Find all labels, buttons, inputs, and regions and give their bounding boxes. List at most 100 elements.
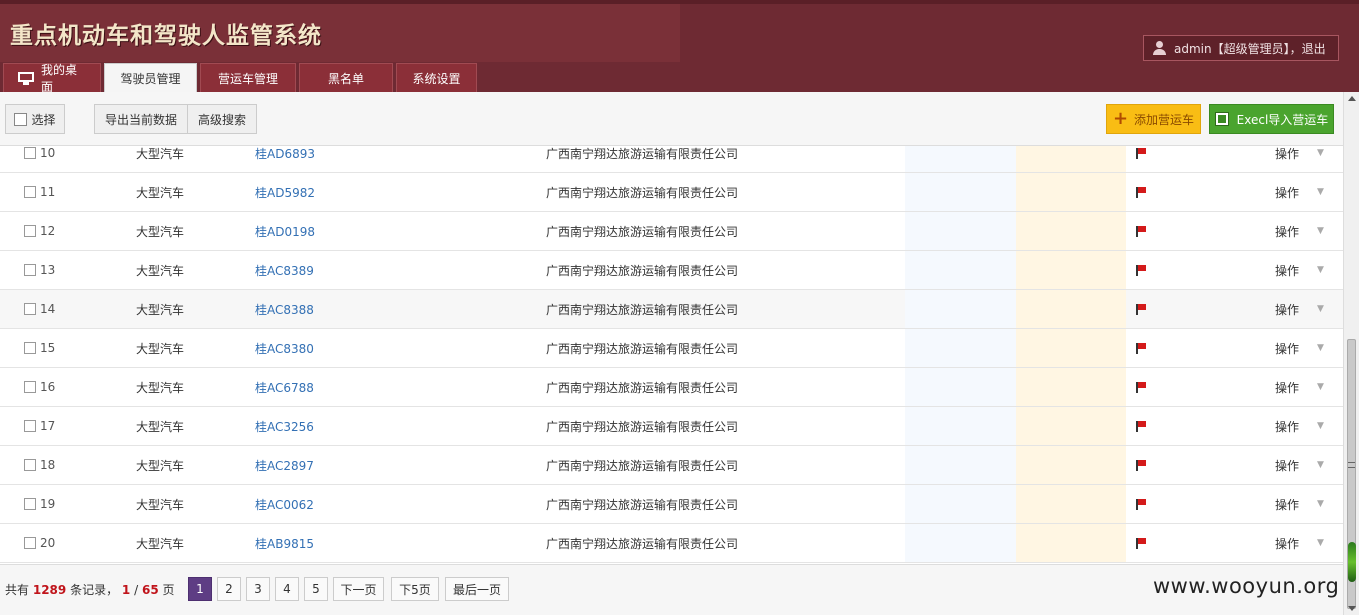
tab-blacklist[interactable]: 黑名单 xyxy=(299,63,393,92)
excel-import-button[interactable]: Execl导入营运车 xyxy=(1209,104,1334,134)
row-checkbox[interactable] xyxy=(24,420,36,432)
tab-my-desk[interactable]: 我的桌面 xyxy=(3,63,101,94)
row-checkbox[interactable] xyxy=(24,342,36,354)
plate-link[interactable]: 桂AD0198 xyxy=(255,212,315,250)
select-all-checkbox[interactable] xyxy=(14,112,28,126)
operation-menu[interactable]: 操作 xyxy=(1275,212,1299,250)
tab-system-settings[interactable]: 系统设置 xyxy=(396,63,477,92)
operation-menu[interactable]: 操作 xyxy=(1275,329,1299,367)
user-text[interactable]: admin【超级管理员】，退出 xyxy=(1174,40,1326,57)
vertical-scrollbar[interactable] xyxy=(1343,92,1359,615)
operation-menu[interactable]: 操作 xyxy=(1275,407,1299,445)
row-checkbox[interactable] xyxy=(24,147,36,159)
row-checkbox[interactable] xyxy=(24,381,36,393)
total-pages: 65 xyxy=(141,583,159,597)
vehicle-type: 大型汽车 xyxy=(136,341,185,356)
plate-link[interactable]: 桂AC3256 xyxy=(255,407,314,445)
row-number: 17 xyxy=(40,419,56,433)
operation-menu[interactable]: 操作 xyxy=(1275,524,1299,562)
page-button-3[interactable]: 3 xyxy=(246,577,270,601)
export-button[interactable]: 导出当前数据 xyxy=(94,104,188,134)
plate-link[interactable]: 桂AC6788 xyxy=(255,368,314,406)
page-button-5[interactable]: 5 xyxy=(304,577,328,601)
excel-icon xyxy=(1214,112,1229,126)
row-checkbox[interactable] xyxy=(24,186,36,198)
row-select[interactable]: 19 xyxy=(24,485,55,523)
pagination-info: 共有 1289 条记录， 1 / 65 页 xyxy=(5,581,175,598)
operation-menu[interactable]: 操作 xyxy=(1275,368,1299,406)
advanced-search-button[interactable]: 高级搜索 xyxy=(187,104,257,134)
plate-link[interactable]: 桂AC8388 xyxy=(255,290,314,328)
next-page-button[interactable]: 下一页 xyxy=(333,577,384,601)
flag-icon[interactable] xyxy=(1136,368,1146,406)
scroll-up-icon[interactable] xyxy=(1348,96,1356,101)
table-row: 16 大型汽车 桂AC6788 广西南宁翔达旅游运输有限责任公司 操作 ▼ xyxy=(0,368,1343,407)
add-vehicle-button[interactable]: + 添加营运车 xyxy=(1106,104,1201,134)
page-button-2[interactable]: 2 xyxy=(217,577,241,601)
row-checkbox[interactable] xyxy=(24,264,36,276)
tab-vehicle-management[interactable]: 营运车管理 xyxy=(200,63,296,92)
flag-icon[interactable] xyxy=(1136,407,1146,445)
user-logout-box[interactable]: admin【超级管理员】，退出 xyxy=(1143,35,1339,61)
status-cell-blue xyxy=(905,446,1016,484)
chevron-down-icon[interactable]: ▼ xyxy=(1317,329,1324,367)
chevron-down-icon[interactable]: ▼ xyxy=(1317,290,1324,328)
status-cell-yellow xyxy=(1016,212,1126,250)
row-checkbox[interactable] xyxy=(24,498,36,510)
last-page-button[interactable]: 最后一页 xyxy=(445,577,509,601)
row-select[interactable]: 13 xyxy=(24,251,55,289)
flag-icon[interactable] xyxy=(1136,446,1146,484)
flag-icon[interactable] xyxy=(1136,524,1146,562)
row-select[interactable]: 18 xyxy=(24,446,55,484)
chevron-down-icon[interactable]: ▼ xyxy=(1317,173,1324,211)
row-select[interactable]: 14 xyxy=(24,290,55,328)
row-checkbox[interactable] xyxy=(24,459,36,471)
scroll-down-icon[interactable] xyxy=(1348,606,1356,611)
chevron-down-icon[interactable]: ▼ xyxy=(1317,524,1324,562)
row-select[interactable]: 11 xyxy=(24,173,55,211)
flag-icon[interactable] xyxy=(1136,290,1146,328)
chevron-down-icon[interactable]: ▼ xyxy=(1317,212,1324,250)
page-button-1[interactable]: 1 xyxy=(188,577,212,601)
flag-icon[interactable] xyxy=(1136,251,1146,289)
status-cell-yellow xyxy=(1016,485,1126,523)
plate-link[interactable]: 桂AC0062 xyxy=(255,485,314,523)
operation-menu[interactable]: 操作 xyxy=(1275,485,1299,523)
row-select[interactable]: 17 xyxy=(24,407,55,445)
row-checkbox[interactable] xyxy=(24,225,36,237)
row-select[interactable]: 20 xyxy=(24,524,55,562)
row-select[interactable]: 15 xyxy=(24,329,55,367)
chevron-down-icon[interactable]: ▼ xyxy=(1317,407,1324,445)
operation-menu[interactable]: 操作 xyxy=(1275,251,1299,289)
row-checkbox[interactable] xyxy=(24,537,36,549)
flag-icon[interactable] xyxy=(1136,212,1146,250)
status-cell-yellow xyxy=(1016,407,1126,445)
flag-icon[interactable] xyxy=(1136,329,1146,367)
flag-icon[interactable] xyxy=(1136,485,1146,523)
vehicle-type: 大型汽车 xyxy=(136,302,185,317)
plate-link[interactable]: 桂AC8389 xyxy=(255,251,314,289)
operation-menu[interactable]: 操作 xyxy=(1275,446,1299,484)
tab-driver-management[interactable]: 驾驶员管理 xyxy=(104,63,197,92)
status-cell-yellow xyxy=(1016,251,1126,289)
chevron-down-icon[interactable]: ▼ xyxy=(1317,485,1324,523)
chevron-down-icon[interactable]: ▼ xyxy=(1317,368,1324,406)
select-all-button[interactable]: 选择 xyxy=(5,104,65,134)
page-button-4[interactable]: 4 xyxy=(275,577,299,601)
operation-menu[interactable]: 操作 xyxy=(1275,290,1299,328)
plate-link[interactable]: 桂AC8380 xyxy=(255,329,314,367)
operation-menu[interactable]: 操作 xyxy=(1275,173,1299,211)
status-cell-yellow xyxy=(1016,368,1126,406)
row-checkbox[interactable] xyxy=(24,303,36,315)
chevron-down-icon[interactable]: ▼ xyxy=(1317,251,1324,289)
chevron-down-icon[interactable]: ▼ xyxy=(1317,446,1324,484)
flag-icon[interactable] xyxy=(1136,173,1146,211)
plate-link[interactable]: 桂AB9815 xyxy=(255,524,314,562)
plate-link[interactable]: 桂AD5982 xyxy=(255,173,315,211)
next-5-pages-button[interactable]: 下5页 xyxy=(391,577,439,601)
plate-link[interactable]: 桂AC2897 xyxy=(255,446,314,484)
row-select[interactable]: 16 xyxy=(24,368,55,406)
row-number: 18 xyxy=(40,458,56,472)
company-name: 广西南宁翔达旅游运输有限责任公司 xyxy=(546,419,739,434)
row-select[interactable]: 12 xyxy=(24,212,55,250)
